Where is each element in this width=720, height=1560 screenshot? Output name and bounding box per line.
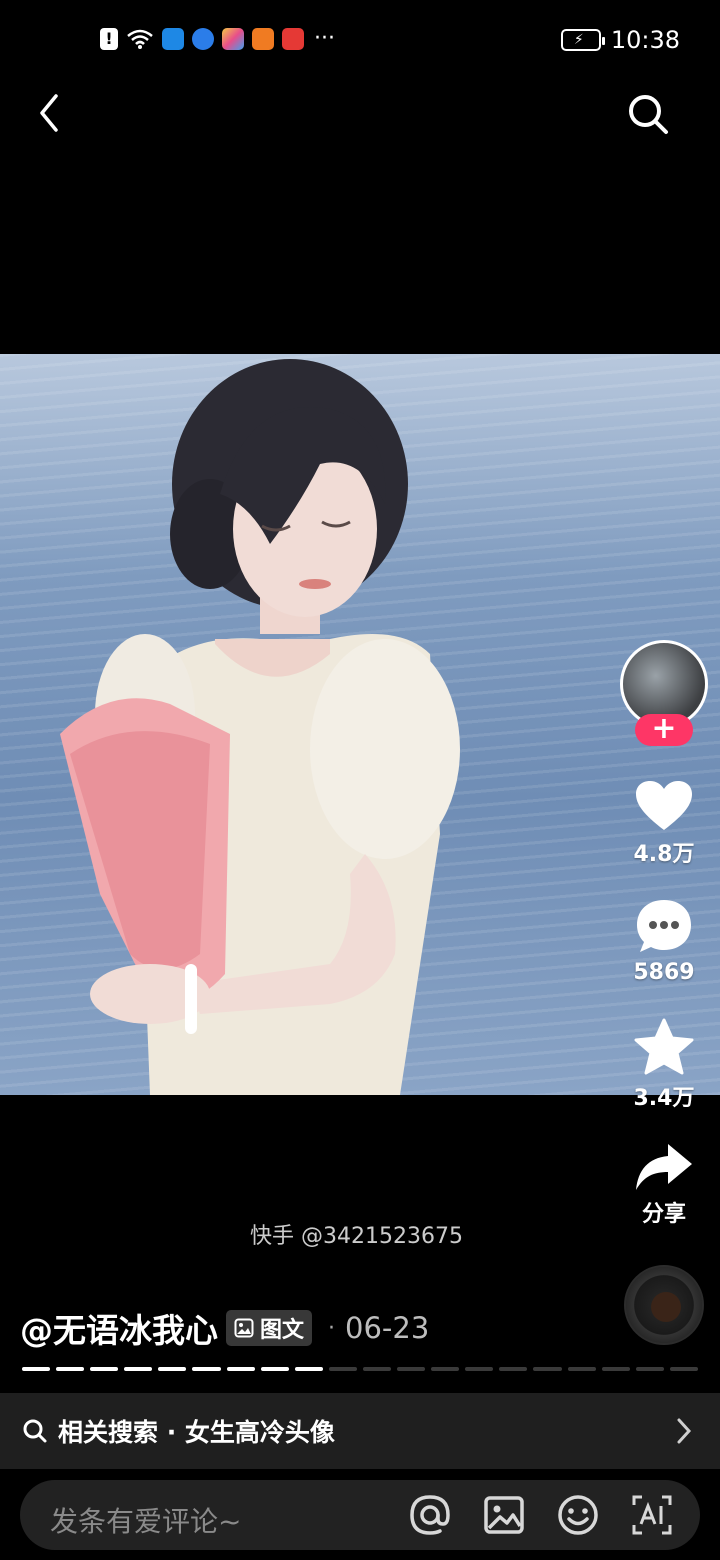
progress-segment — [601, 1367, 630, 1371]
progress-segment — [294, 1367, 323, 1371]
status-right: ⚡ 10:38 — [560, 26, 680, 54]
comment-bar: 发条有爱评论~ — [20, 1480, 700, 1550]
share-arrow-icon — [636, 1144, 692, 1190]
chevron-right-icon — [677, 1418, 692, 1444]
progress-segment — [533, 1367, 562, 1371]
music-disc[interactable] — [624, 1265, 704, 1345]
progress-segment — [260, 1367, 289, 1371]
favorite-count: 3.4万 — [633, 1086, 695, 1111]
clock: 10:38 — [610, 26, 680, 54]
separator: · — [328, 1315, 336, 1341]
at-icon[interactable] — [408, 1493, 452, 1537]
search-button[interactable] — [622, 88, 674, 140]
watermark: 快手 @3421523675 — [250, 1224, 463, 1249]
comment-input[interactable]: 发条有爱评论~ — [50, 1500, 241, 1540]
ai-icon[interactable] — [630, 1493, 674, 1537]
video-app-icon — [252, 28, 274, 50]
chevron-left-icon — [40, 94, 58, 132]
progress-segment — [22, 1367, 51, 1371]
progress-segment — [635, 1367, 664, 1371]
star-icon — [634, 1018, 694, 1075]
more-notifications-icon: ··· — [314, 26, 335, 51]
weather-app-icon — [162, 28, 184, 50]
music-cover-icon — [651, 1292, 681, 1322]
post-type-label: 图文 — [260, 1318, 305, 1343]
progress-segment — [90, 1367, 119, 1371]
back-button[interactable] — [28, 86, 72, 142]
status-icons: ! ··· — [100, 28, 335, 50]
post-date: 06-23 — [345, 1311, 430, 1345]
image-progress — [22, 1367, 698, 1371]
comment-bubble-icon — [637, 900, 691, 952]
wifi-icon — [127, 29, 153, 49]
progress-segment — [431, 1367, 460, 1371]
share-action[interactable]: 分享 — [614, 1142, 714, 1228]
like-action[interactable]: 4.8万 — [614, 780, 714, 868]
progress-segment — [158, 1367, 187, 1371]
search-icon — [23, 1419, 47, 1443]
progress-segment — [56, 1367, 85, 1371]
author-name[interactable]: @无语冰我心 — [20, 1304, 218, 1352]
progress-segment — [328, 1367, 357, 1371]
favorite-action[interactable]: 3.4万 — [614, 1018, 714, 1112]
emoji-icon[interactable] — [556, 1493, 600, 1537]
comment-action[interactable]: 5869 — [614, 898, 714, 985]
follow-button[interactable]: + — [635, 714, 693, 746]
colorful-app-icon — [222, 28, 244, 50]
progress-segment — [669, 1367, 698, 1371]
progress-segment — [192, 1367, 221, 1371]
like-count: 4.8万 — [633, 842, 695, 867]
browser-app-icon — [192, 28, 214, 50]
image-icon — [234, 1318, 254, 1338]
girl-illustration — [60, 359, 460, 1095]
post-type-badge: 图文 — [226, 1310, 313, 1346]
post-meta: @无语冰我心 图文 · 06-23 — [20, 1304, 429, 1352]
progress-segment — [465, 1367, 494, 1371]
comment-count: 5869 — [633, 960, 695, 985]
image-icon[interactable] — [482, 1493, 526, 1537]
battery-icon: ⚡ — [560, 29, 605, 51]
progress-segment — [397, 1367, 426, 1371]
status-bar: ! ··· ⚡ 10:38 — [0, 0, 720, 84]
author-avatar-container[interactable]: + — [620, 640, 708, 748]
share-label: 分享 — [641, 1202, 686, 1227]
progress-segment — [567, 1367, 596, 1371]
alert-icon: ! — [100, 28, 118, 50]
post-photo[interactable] — [0, 354, 720, 1095]
heart-icon — [636, 781, 692, 830]
search-icon — [629, 95, 668, 134]
progress-segment — [226, 1367, 255, 1371]
progress-segment — [499, 1367, 528, 1371]
related-search-bar[interactable]: 相关搜索 · 女生高冷头像 — [0, 1393, 720, 1469]
progress-segment — [362, 1367, 392, 1371]
red-app-icon — [282, 28, 304, 50]
related-search-text: 相关搜索 · 女生高冷头像 — [58, 1418, 335, 1447]
progress-segment — [124, 1367, 153, 1371]
